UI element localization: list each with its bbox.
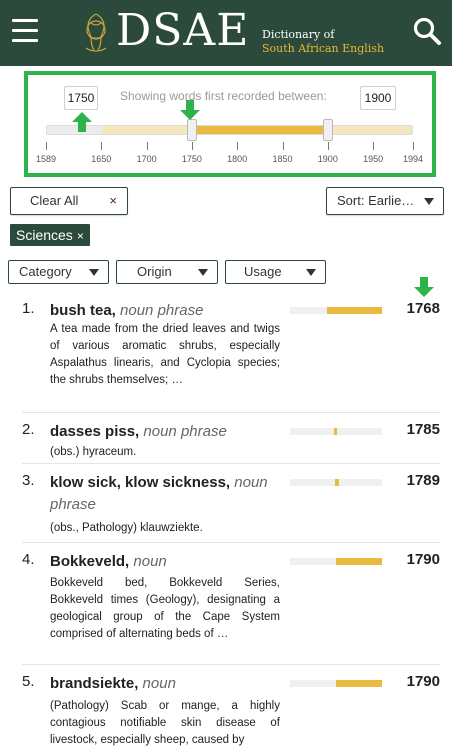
result-definition: (obs., Pathology) klauwziekte. (50, 522, 203, 534)
result-timeline-bar (290, 307, 382, 314)
result-definition: (obs.) hyraceum. (50, 446, 137, 458)
logo-subtitle: Dictionary of South African English (262, 28, 384, 56)
timeline-tick-label: 1994 (402, 154, 424, 164)
category-label: Category (19, 264, 72, 279)
result-headword-line[interactable]: brandsiekte, noun (50, 673, 280, 695)
app-header: DSAE Dictionary of South African English (0, 0, 452, 66)
result-definition: A tea made from the dried leaves and twi… (50, 323, 280, 386)
first-recorded-year: 1785 (406, 421, 440, 438)
part-of-speech: noun phrase (120, 302, 204, 319)
timeline-tick (282, 142, 284, 150)
first-recorded-year: 1789 (406, 472, 440, 489)
active-filter-tag[interactable]: Sciences × (10, 224, 90, 246)
timeline-tick-label: 1850 (272, 154, 293, 164)
result-headword-line[interactable]: dasses piss, noun phrase (50, 421, 280, 443)
result-timeline-bar (290, 680, 382, 687)
part-of-speech: noun (142, 675, 176, 692)
timeline-tick-label: 1950 (363, 154, 384, 164)
clear-all-label: Clear All (30, 193, 79, 208)
sort-label: Sort: Earlie… (337, 193, 415, 208)
timeline-tick-label: 1700 (136, 154, 157, 164)
category-dropdown[interactable]: Category (8, 260, 109, 284)
result-number: 3. (22, 472, 35, 489)
timeline-tick (146, 142, 148, 150)
timeline-tick (327, 142, 329, 150)
timeline-axis: 1589 1650 1700 1750 1800 1850 1900 1950 1994 (36, 142, 423, 172)
result-headword-line[interactable]: klow sick, klow sickness, noun phrase (50, 472, 280, 516)
headword[interactable]: klow sick, klow sickness, (50, 474, 230, 491)
list-item[interactable]: 2. dasses piss, noun phrase (obs.) hyrac… (22, 414, 440, 464)
search-icon[interactable] (412, 16, 442, 46)
result-headword-line[interactable]: bush tea, noun phrase (50, 300, 280, 322)
logo-wordmark[interactable]: DSAE (116, 7, 249, 55)
chevron-down-icon (306, 269, 316, 276)
timeline-tick-label: 1750 (181, 154, 202, 164)
start-year-input[interactable]: 1750 (64, 86, 98, 110)
result-timeline-fill (335, 680, 382, 687)
chevron-down-icon (424, 198, 434, 205)
result-timeline-fill (326, 307, 382, 314)
usage-dropdown[interactable]: Usage (225, 260, 326, 284)
result-timeline-bar (290, 428, 382, 435)
list-item[interactable]: 5. brandsiekte, noun (Pathology) Scab or… (22, 666, 440, 746)
result-number: 2. (22, 421, 35, 438)
timeline-tick (373, 142, 375, 150)
timeline-tick (413, 142, 414, 150)
timeline-selected-range (192, 126, 329, 134)
part-of-speech: noun phrase (143, 423, 227, 440)
first-recorded-year: 1768 (406, 300, 440, 317)
part-of-speech: noun (133, 553, 167, 570)
timeline-tick-label: 1589 (35, 154, 57, 164)
chevron-down-icon (89, 269, 99, 276)
result-number: 1. (22, 300, 35, 317)
logo-seal-icon (85, 13, 107, 52)
clear-icon: × (109, 193, 117, 208)
timeline-tick-label: 1800 (227, 154, 248, 164)
first-recorded-year: 1790 (406, 673, 440, 690)
arrow-down-icon (180, 100, 200, 120)
logo-subtitle-line2: South African English (262, 42, 385, 55)
result-definition: (Pathology) Scab or mange, a highly cont… (50, 700, 280, 746)
headword[interactable]: brandsiekte, (50, 675, 138, 692)
headword[interactable]: dasses piss, (50, 423, 139, 440)
list-item[interactable]: 4. Bokkeveld, noun Bokkeveld bed, Bokkev… (22, 544, 440, 665)
headword[interactable]: bush tea, (50, 302, 116, 319)
result-timeline-fill (334, 428, 338, 435)
first-recorded-year: 1790 (406, 551, 440, 568)
chevron-down-icon (198, 269, 208, 276)
date-range-filter: 1750 Showing words first recorded betwee… (24, 71, 436, 177)
timeline-tick (237, 142, 239, 150)
clear-all-button[interactable]: Clear All × (10, 187, 128, 215)
hamburger-menu-icon[interactable] (12, 19, 38, 43)
list-item[interactable]: 3. klow sick, klow sickness, noun phrase… (22, 465, 440, 543)
result-number: 4. (22, 551, 35, 568)
timeline-tick (101, 142, 103, 150)
remove-tag-icon[interactable]: × (77, 229, 84, 243)
result-number: 5. (22, 673, 35, 690)
list-item[interactable]: 1. bush tea, noun phrase A tea made from… (22, 293, 440, 413)
range-start-handle[interactable] (186, 119, 197, 141)
end-year-input[interactable]: 1900 (360, 86, 396, 110)
origin-label: Origin (137, 264, 172, 279)
arrow-up-icon (72, 112, 92, 132)
range-end-handle[interactable] (322, 119, 333, 141)
origin-dropdown[interactable]: Origin (116, 260, 218, 284)
timeline-tick (46, 142, 47, 150)
result-timeline-bar (290, 558, 382, 565)
result-headword-line[interactable]: Bokkeveld, noun (50, 551, 280, 573)
timeline-tick-label: 1900 (317, 154, 338, 164)
date-range-caption: Showing words first recorded between: (120, 89, 327, 103)
timeline-tick (191, 142, 193, 150)
result-definition: Bokkeveld bed, Bokkeveld Series, Bokkeve… (50, 577, 280, 640)
result-timeline-bar (290, 479, 382, 486)
logo-subtitle-line1: Dictionary of (262, 28, 335, 41)
active-filter-label: Sciences (16, 227, 73, 243)
result-timeline-fill (334, 479, 340, 486)
usage-label: Usage (244, 264, 282, 279)
timeline-track[interactable] (46, 125, 413, 135)
result-timeline-fill (335, 558, 382, 565)
headword[interactable]: Bokkeveld, (50, 553, 129, 570)
timeline-tick-label: 1650 (91, 154, 112, 164)
sort-dropdown[interactable]: Sort: Earlie… (326, 187, 444, 215)
